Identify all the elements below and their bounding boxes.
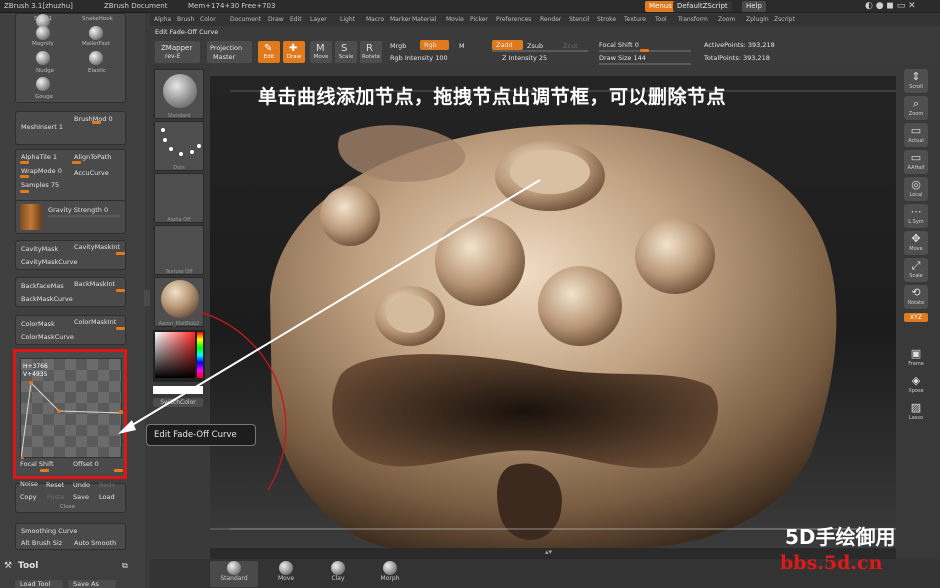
brush-cursor-circle bbox=[199, 311, 287, 491]
local-icon: ◎ bbox=[911, 178, 921, 191]
fade-off-curve-tooltip: Edit Fade-Off Curve bbox=[146, 424, 256, 446]
shelf-xpose-button[interactable]: ◈ Xpose bbox=[904, 373, 928, 397]
annotation-arrowhead bbox=[118, 420, 136, 434]
xyz-symmetry-toggle[interactable]: XYZ bbox=[904, 313, 928, 322]
shelf-actual-button[interactable]: ▭ Actual bbox=[904, 123, 928, 147]
lasso-icon: ▨ bbox=[910, 401, 922, 414]
standard-brush-icon bbox=[227, 561, 241, 575]
aahalf-icon: ▭ bbox=[910, 151, 922, 164]
shelf-lsym-button[interactable]: ⋯ L.Sym bbox=[904, 204, 928, 228]
watermark-text: 5D手绘御用 bbox=[785, 525, 896, 549]
clay-brush-icon bbox=[331, 561, 345, 575]
shelf-lasso-button[interactable]: ▨ Lasso bbox=[904, 400, 928, 424]
bottom-brush-move[interactable]: Move bbox=[262, 561, 310, 587]
rotate-icon: ⟲ bbox=[911, 286, 921, 299]
shelf-scroll-button[interactable]: ⇕ Scroll bbox=[904, 69, 928, 93]
actual-icon: ▭ bbox=[910, 124, 922, 137]
shelf-scale-button[interactable]: ⤢ Scale bbox=[904, 258, 928, 282]
annotation-arrow-line bbox=[123, 179, 541, 431]
move-icon: ✥ bbox=[911, 232, 921, 245]
zoom-icon: ⌕ bbox=[912, 97, 920, 110]
xpose-icon: ◈ bbox=[911, 374, 921, 387]
shelf-local-button[interactable]: ◎ Local bbox=[904, 177, 928, 201]
scale-icon: ⤢ bbox=[911, 259, 921, 272]
move-brush-icon bbox=[279, 561, 293, 575]
bottom-brush-standard[interactable]: Standard bbox=[210, 561, 258, 587]
watermark-url: bbs.5d.cn bbox=[780, 552, 883, 574]
right-shelf: ⇕ Scroll ⌕ Zoom ▭ Actual ▭ AAHalf ◎ Local ⋯ L.Sym ✥ M… bbox=[897, 64, 940, 559]
shelf-frame-button[interactable]: ▣ Frame bbox=[904, 346, 928, 370]
shelf-move-button[interactable]: ✥ Move bbox=[904, 231, 928, 255]
shelf-aahalf-button[interactable]: ▭ AAHalf bbox=[904, 150, 928, 174]
frame-icon: ▣ bbox=[910, 347, 922, 360]
scroll-icon: ⇕ bbox=[911, 70, 921, 83]
shelf-rotate-button[interactable]: ⟲ Rotate bbox=[904, 285, 928, 309]
lsym-icon: ⋯ bbox=[910, 205, 922, 218]
bottom-brush-morph[interactable]: Morph bbox=[366, 561, 414, 587]
bottom-brush-clay[interactable]: Clay bbox=[314, 561, 362, 587]
morph-brush-icon bbox=[383, 561, 397, 575]
tutorial-annotation: 单击曲线添加节点，拖拽节点出调节框，可以删除节点 bbox=[258, 86, 727, 108]
shelf-zoom-button[interactable]: ⌕ Zoom bbox=[904, 96, 928, 120]
